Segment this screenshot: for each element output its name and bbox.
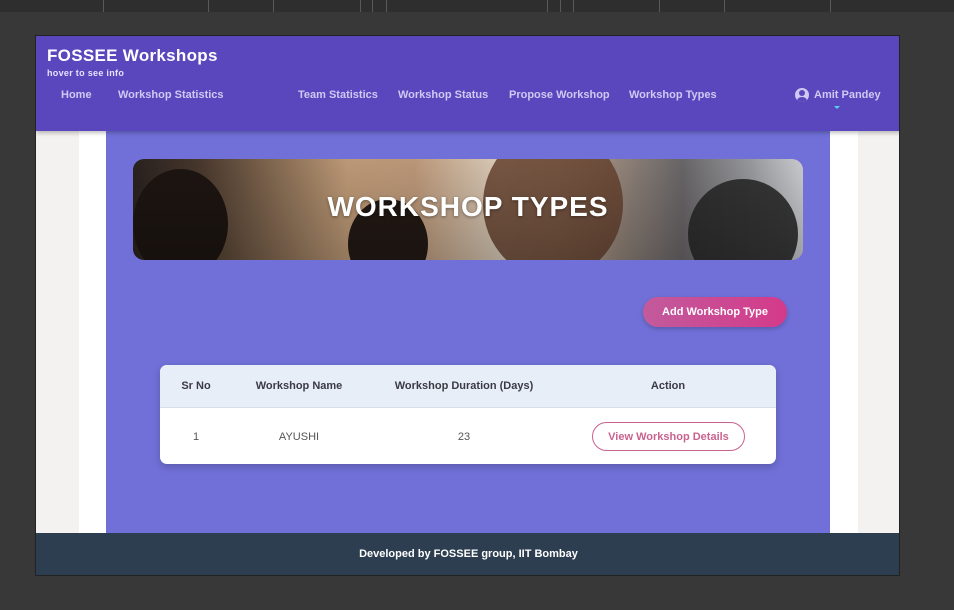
top-navbar: FOSSEE Workshops hover to see info Home … bbox=[36, 36, 899, 131]
brand-title[interactable]: FOSSEE Workshops bbox=[47, 46, 218, 66]
ruler-tick bbox=[208, 0, 209, 12]
page-footer: Developed by FOSSEE group, IIT Bombay bbox=[36, 533, 899, 575]
browser-viewport: FOSSEE Workshops hover to see info Home … bbox=[35, 35, 900, 576]
page-title: WORKSHOP TYPES bbox=[327, 191, 609, 222]
ruler-tick bbox=[386, 0, 387, 12]
header-workshop-duration: Workshop Duration (Days) bbox=[394, 380, 534, 392]
add-workshop-type-button[interactable]: Add Workshop Type bbox=[643, 297, 787, 327]
view-workshop-details-button[interactable]: View Workshop Details bbox=[592, 422, 745, 451]
ruler-tick bbox=[547, 0, 548, 12]
ruler-tick bbox=[273, 0, 274, 12]
cell-workshop-duration: 23 bbox=[457, 431, 471, 443]
header-action: Action bbox=[650, 380, 686, 392]
nav-workshop-status[interactable]: Workshop Status bbox=[398, 89, 488, 101]
nav-team-statistics[interactable]: Team Statistics bbox=[298, 89, 378, 101]
ruler-tick bbox=[560, 0, 561, 12]
window-ruler bbox=[0, 0, 954, 12]
nav-workshop-statistics[interactable]: Workshop Statistics bbox=[118, 89, 224, 101]
ruler-tick bbox=[103, 0, 104, 12]
brand-subtitle: hover to see info bbox=[47, 68, 125, 78]
account-circle-icon bbox=[795, 88, 809, 102]
cell-sr-no: 1 bbox=[192, 431, 200, 443]
ruler-tick bbox=[830, 0, 831, 12]
ruler-tick bbox=[360, 0, 361, 12]
user-name: Amit Pandey bbox=[814, 89, 881, 101]
cell-workshop-name: AYUSHI bbox=[278, 431, 320, 443]
nav-propose-workshop[interactable]: Propose Workshop bbox=[509, 89, 610, 101]
hero-banner: WORKSHOP TYPES bbox=[133, 159, 803, 260]
workshop-types-table: Sr No Workshop Name Workshop Duration (D… bbox=[160, 365, 776, 464]
ruler-tick bbox=[372, 0, 373, 12]
user-menu[interactable]: Amit Pandey bbox=[795, 88, 881, 102]
ruler-tick bbox=[573, 0, 574, 12]
ruler-tick bbox=[724, 0, 725, 12]
nav-workshop-types[interactable]: Workshop Types bbox=[629, 89, 717, 101]
caret-down-icon[interactable] bbox=[834, 106, 840, 109]
header-workshop-name: Workshop Name bbox=[255, 380, 343, 392]
ruler-tick bbox=[659, 0, 660, 12]
nav-home[interactable]: Home bbox=[61, 89, 92, 101]
header-sr-no: Sr No bbox=[181, 380, 211, 392]
